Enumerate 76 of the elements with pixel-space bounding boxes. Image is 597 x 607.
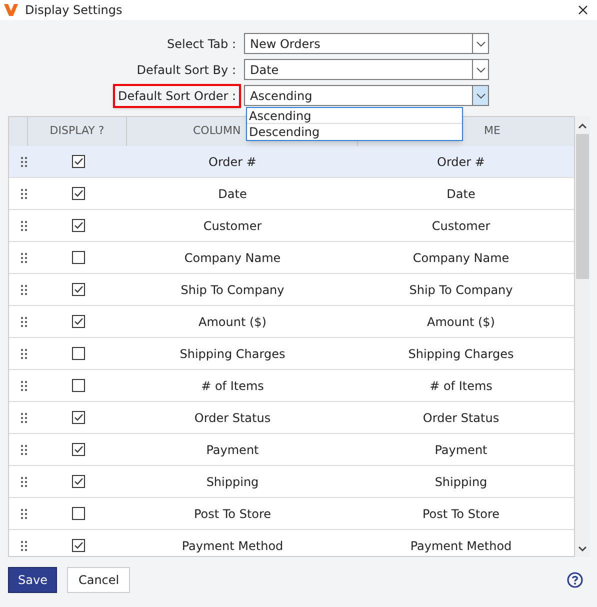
drag-handle-icon[interactable]: [21, 284, 27, 294]
field-label: Default Sort By :: [136, 62, 237, 78]
table-cell-text: Customer: [203, 218, 262, 234]
table-cell-text: Post To Store: [422, 506, 500, 522]
table-cell-text: # of Items: [430, 378, 492, 394]
drag-handle-icon[interactable]: [21, 252, 27, 262]
checkbox[interactable]: [72, 539, 84, 552]
scroll-up-icon[interactable]: [578, 123, 587, 129]
app-logo-icon: [4, 4, 18, 16]
table-cell-text: Amount ($): [198, 314, 266, 330]
drag-handle-icon[interactable]: [21, 380, 27, 390]
drag-handle-icon[interactable]: [21, 156, 27, 166]
table-cell-text: Shipping: [434, 474, 488, 490]
table-cell-text: Payment Method: [410, 538, 512, 554]
column-header: COLUMN: [193, 123, 241, 140]
checkbox[interactable]: [72, 507, 84, 520]
table-cell-text: Payment: [206, 442, 259, 458]
help-icon[interactable]: [567, 572, 583, 588]
drag-handle-icon[interactable]: [21, 540, 27, 550]
chevron-down-icon: [476, 92, 486, 98]
drag-handle-icon[interactable]: [21, 220, 27, 230]
chevron-down-icon: [476, 40, 486, 46]
checkbox[interactable]: [72, 443, 84, 456]
table-cell-text: Date: [446, 186, 476, 202]
table-cell-text: Order Status: [194, 410, 271, 426]
scrollbar[interactable]: [575, 116, 590, 557]
cancel-button[interactable]: Cancel: [67, 567, 130, 593]
drag-handle-icon[interactable]: [21, 348, 27, 358]
table-cell-text: Payment Method: [182, 538, 284, 554]
table-cell-text: # of Items: [201, 378, 264, 394]
checkbox[interactable]: [72, 187, 84, 200]
scroll-down-icon[interactable]: [578, 546, 587, 552]
table-cell-text: Amount ($): [427, 314, 495, 330]
drag-handle-icon[interactable]: [21, 412, 27, 422]
table-cell-text: Post To Store: [194, 506, 272, 522]
field-label: Default Sort Order :: [112, 84, 241, 108]
table-cell-text: Ship To Company: [409, 282, 513, 298]
chevron-down-icon: [476, 66, 486, 72]
checkbox[interactable]: [72, 315, 84, 328]
checkbox[interactable]: [72, 347, 84, 360]
checkbox[interactable]: [72, 411, 84, 424]
drag-handle-icon[interactable]: [21, 444, 27, 454]
window-title: Display Settings: [25, 2, 122, 19]
close-icon[interactable]: [578, 5, 588, 15]
drag-handle-icon[interactable]: [21, 188, 27, 198]
dropdown-option[interactable]: Descending: [247, 124, 462, 140]
table-cell-text: Payment: [434, 442, 488, 458]
select-field[interactable]: Ascending: [244, 85, 489, 106]
column-header: DISPLAY ?: [50, 123, 104, 140]
drag-handle-icon[interactable]: [21, 316, 27, 326]
table-cell-text: Order #: [208, 154, 256, 170]
table-cell-text: Shipping Charges: [180, 346, 286, 362]
select-field[interactable]: New Orders: [244, 33, 489, 54]
table-cell-text: Order #: [437, 154, 485, 170]
table-cell-text: Ship To Company: [180, 282, 284, 298]
drag-handle-icon[interactable]: [21, 508, 27, 518]
checkbox[interactable]: [72, 219, 84, 232]
drag-handle-icon[interactable]: [21, 476, 27, 486]
table-cell-text: Company Name: [412, 250, 510, 266]
checkbox[interactable]: [72, 251, 84, 264]
table-cell-text: Shipping: [206, 474, 259, 490]
checkbox[interactable]: [72, 283, 84, 296]
save-button[interactable]: Save: [8, 567, 58, 593]
table-row[interactable]: Order # Order #: [9, 146, 574, 178]
table-cell-text: Date: [218, 186, 247, 202]
field-label: Select Tab :: [166, 36, 237, 52]
checkbox[interactable]: [72, 155, 84, 168]
dropdown-option[interactable]: Ascending: [247, 108, 462, 124]
table-cell-text: Order Status: [422, 410, 500, 426]
checkbox[interactable]: [72, 475, 84, 488]
table-cell-text: Shipping Charges: [408, 346, 514, 362]
table-cell-text: Company Name: [184, 250, 281, 266]
table-cell-text: Customer: [432, 218, 490, 234]
checkbox[interactable]: [72, 379, 84, 392]
select-field[interactable]: Date: [244, 59, 489, 80]
column-header: ME: [484, 123, 500, 140]
